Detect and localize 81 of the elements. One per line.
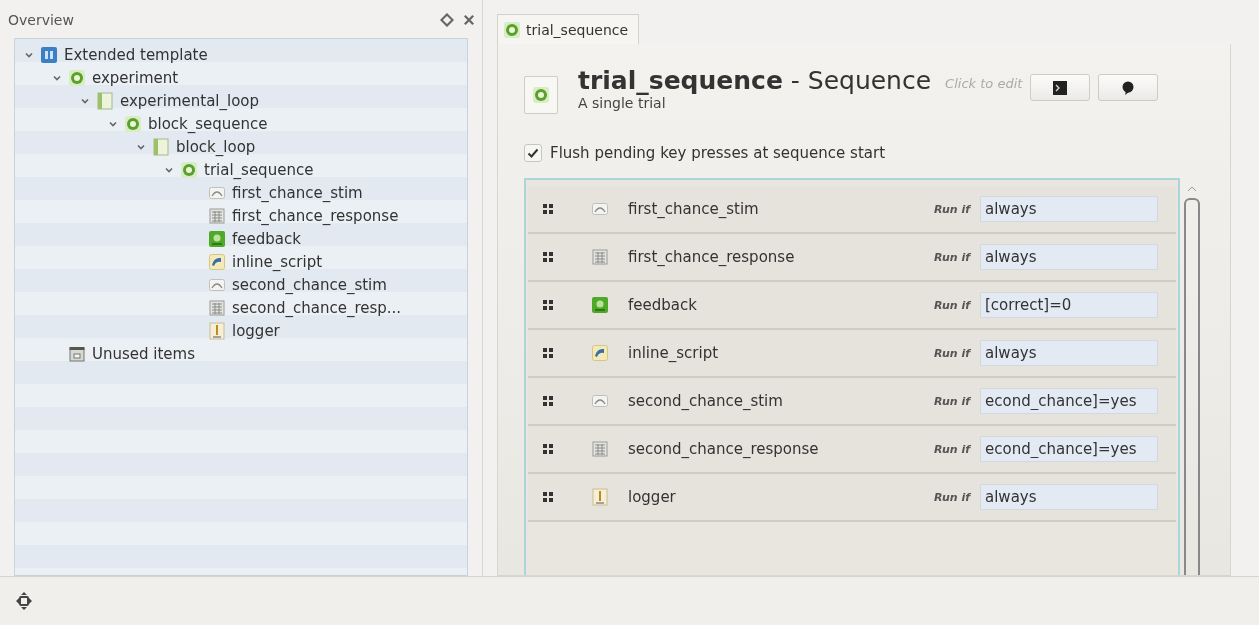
help-button[interactable]	[1098, 74, 1159, 101]
speech-bubble-icon	[1121, 80, 1136, 95]
tree-item[interactable]: block_sequence	[148, 114, 268, 133]
run-if-field[interactable]: econd_chance]=yes	[980, 388, 1158, 414]
run-if-label: Run if	[934, 346, 970, 360]
terminal-icon	[1053, 80, 1068, 95]
float-icon[interactable]	[440, 13, 454, 27]
panel-title: Overview	[8, 12, 75, 28]
tree-item[interactable]: second_chance_stim	[232, 275, 387, 294]
move-icon[interactable]	[16, 592, 32, 610]
keyboard-icon	[592, 441, 608, 457]
item-name[interactable]: first_chance_stim	[628, 200, 935, 218]
drag-handle-icon[interactable]	[542, 251, 554, 263]
tree-item[interactable]: first_chance_response	[232, 206, 399, 225]
tree-item[interactable]: trial_sequence	[204, 160, 314, 179]
script-icon	[209, 253, 225, 270]
close-icon[interactable]	[462, 13, 476, 27]
sketchpad-icon	[209, 184, 225, 201]
sketchpad-icon	[592, 201, 608, 217]
run-if-label: Run if	[934, 298, 970, 312]
run-if-label: Run if	[934, 490, 970, 504]
keyboard-icon	[209, 207, 225, 224]
logger-icon	[209, 321, 225, 340]
run-if-label: Run if	[934, 394, 970, 408]
item-name[interactable]: logger	[628, 488, 935, 506]
drag-handle-icon[interactable]	[542, 491, 554, 503]
run-if-field[interactable]: always	[980, 484, 1158, 510]
tree-item[interactable]: experiment	[92, 68, 179, 87]
keyboard-icon	[592, 249, 608, 265]
checkbox[interactable]	[524, 144, 542, 162]
drag-handle-icon[interactable]	[542, 299, 554, 311]
trash-icon	[69, 345, 85, 362]
item-icon-button[interactable]	[524, 76, 558, 114]
item-name[interactable]: feedback	[628, 296, 935, 314]
item-description[interactable]: A single trial	[578, 95, 932, 111]
tree-item[interactable]: inline_script	[232, 252, 323, 271]
run-if-field[interactable]: always	[980, 244, 1158, 270]
template-icon	[41, 46, 57, 63]
sketchpad-icon	[209, 276, 225, 293]
drag-handle-icon[interactable]	[542, 443, 554, 455]
sequence-icon	[125, 115, 141, 132]
run-if-field[interactable]: [correct]=0	[980, 292, 1158, 318]
checkbox-label[interactable]: Flush pending key presses at sequence start	[550, 144, 886, 162]
tree-item[interactable]: logger	[232, 321, 280, 340]
book-icon	[97, 91, 113, 110]
book-icon	[153, 137, 169, 156]
sequence-icon	[504, 21, 520, 38]
tree-item[interactable]: second_chance_resp...	[232, 298, 402, 317]
run-if-field[interactable]: always	[980, 196, 1158, 222]
run-if-label: Run if	[934, 202, 970, 216]
run-if-label: Run if	[934, 442, 970, 456]
drag-handle-icon[interactable]	[542, 203, 554, 215]
tree-item[interactable]: Extended template	[64, 45, 208, 64]
edit-hint: Click to edit	[945, 76, 1023, 91]
script-button[interactable]	[1030, 74, 1091, 101]
sketchpad-icon	[592, 393, 608, 409]
item-name[interactable]: second_chance_stim	[628, 392, 935, 410]
feedback-icon	[209, 230, 225, 247]
tree-item[interactable]: Unused items	[92, 344, 196, 363]
logger-icon	[592, 488, 608, 506]
tree-item[interactable]: block_loop	[176, 137, 256, 156]
sequence-icon	[533, 87, 549, 103]
sequence-icon	[69, 69, 85, 86]
run-if-field[interactable]: always	[980, 340, 1158, 366]
tree-item[interactable]: first_chance_stim	[232, 183, 363, 202]
item-name[interactable]: inline_script	[628, 344, 935, 362]
tree-item[interactable]: feedback	[232, 229, 301, 248]
sequence-icon	[181, 161, 197, 178]
run-if-field[interactable]: econd_chance]=yes	[980, 436, 1158, 462]
tab[interactable]: trial_sequence	[497, 14, 640, 44]
tree-item[interactable]: experimental_loop	[120, 91, 260, 110]
item-name[interactable]: second_chance_response	[628, 440, 935, 458]
scrollbar-thumb[interactable]	[1184, 198, 1200, 575]
item-title[interactable]: trial_sequence - Sequence	[578, 66, 932, 95]
run-if-label: Run if	[934, 250, 970, 264]
drag-handle-icon[interactable]	[542, 395, 554, 407]
keyboard-icon	[209, 299, 225, 316]
item-name[interactable]: first_chance_response	[628, 248, 935, 266]
drag-handle-icon[interactable]	[542, 347, 554, 359]
script-icon	[592, 345, 608, 361]
feedback-icon	[592, 297, 608, 313]
